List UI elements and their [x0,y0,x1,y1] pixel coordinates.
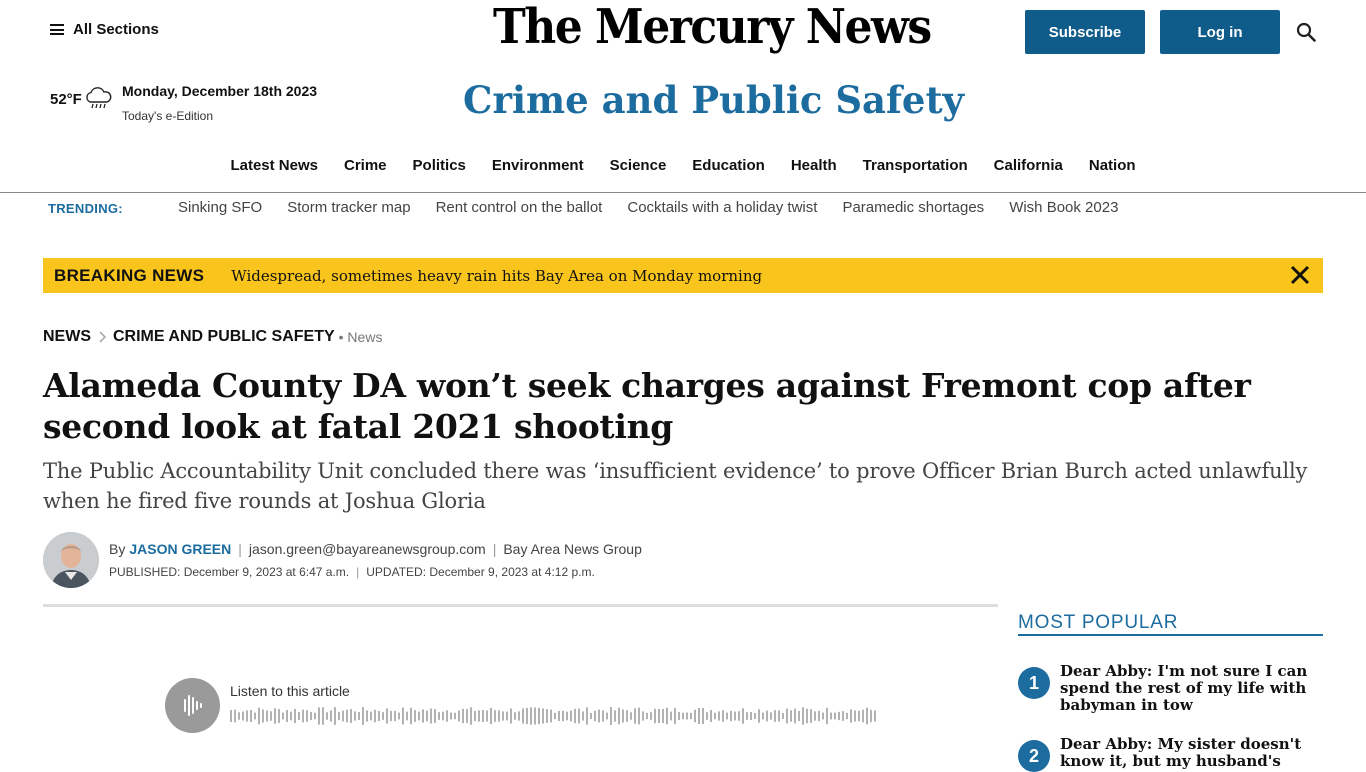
trending-item[interactable]: Storm tracker map [287,199,410,216]
main-nav: Latest News Crime Politics Environment S… [0,157,1366,174]
most-popular-title: MOST POPULAR [1018,612,1179,633]
byline: By JASON GREEN | jason.green@bayareanews… [109,541,642,557]
masthead-logo[interactable]: The Mercury News [493,0,932,55]
nav-item-environment[interactable]: Environment [479,157,597,174]
audio-waveform-icon [184,695,202,716]
nav-item-health[interactable]: Health [778,157,850,174]
all-sections-label: All Sections [73,21,159,38]
subscribe-button[interactable]: Subscribe [1025,10,1145,54]
nav-item-transportation[interactable]: Transportation [850,157,981,174]
trending-list: Sinking SFO Storm tracker map Rent contr… [178,199,1118,216]
play-button[interactable] [165,678,220,733]
trending-item[interactable]: Rent control on the ballot [436,199,603,216]
article-headline: Alameda County DA won’t seek charges aga… [43,366,1251,446]
close-icon[interactable] [1289,264,1311,286]
listen-label: Listen to this article [230,683,350,699]
all-sections-menu[interactable]: All Sections [50,21,159,38]
nav-item-science[interactable]: Science [597,157,680,174]
section-title[interactable]: Crime and Public Safety [463,78,964,122]
nav-divider [0,192,1366,193]
breadcrumb-section[interactable]: CRIME AND PUBLIC SAFETY [113,328,335,346]
trending-item[interactable]: Sinking SFO [178,199,262,216]
nav-item-nation[interactable]: Nation [1076,157,1149,174]
breadcrumb-news[interactable]: NEWS [43,328,91,346]
divider: | [356,565,360,579]
publish-info: PUBLISHED: December 9, 2023 at 6:47 a.m.… [109,565,595,579]
weather-widget: 52°F [50,86,112,112]
rank-badge: 2 [1018,740,1050,772]
nav-item-california[interactable]: California [981,157,1076,174]
temperature: 52°F [50,90,82,108]
most-popular-item[interactable]: 2 Dear Abby: My sister doesn't know it, … [1018,736,1323,772]
breaking-news-banner: BREAKING NEWS Widespread, sometimes heav… [43,258,1323,293]
breaking-news-label: BREAKING NEWS [54,265,205,285]
updated-date: UPDATED: December 9, 2023 at 4:12 p.m. [366,565,595,579]
audio-player: Listen to this article [165,678,877,734]
most-popular-rule [1018,634,1323,636]
content-divider [43,604,998,607]
divider: | [492,541,497,557]
author-photo [43,532,99,588]
login-button[interactable]: Log in [1160,10,1280,54]
breadcrumb-tag[interactable]: • News [339,329,383,345]
hamburger-menu-icon [50,24,64,35]
search-icon[interactable] [1296,22,1316,42]
trending-label: TRENDING: [48,201,123,216]
breadcrumb: NEWS CRIME AND PUBLIC SAFETY • News [43,328,382,346]
author-avatar[interactable] [43,532,99,588]
most-popular-headline: Dear Abby: I'm not sure I can spend the … [1060,662,1308,714]
chevron-right-icon [99,331,107,343]
article-dek: The Public Accountability Unit concluded… [43,459,1308,513]
published-date: PUBLISHED: December 9, 2023 at 6:47 a.m. [109,565,350,579]
trending-item[interactable]: Paramedic shortages [842,199,984,216]
nav-item-crime[interactable]: Crime [331,157,400,174]
current-date: Monday, December 18th 2023 [122,83,318,99]
by-prefix: By [109,541,126,557]
most-popular-headline: Dear Abby: My sister doesn't know it, bu… [1060,735,1302,770]
rain-cloud-icon [86,87,112,109]
trending-item[interactable]: Wish Book 2023 [1009,199,1118,216]
rank-badge: 1 [1018,667,1050,699]
nav-item-politics[interactable]: Politics [400,157,479,174]
nav-item-education[interactable]: Education [679,157,778,174]
audio-waveform[interactable] [230,706,877,726]
most-popular-item[interactable]: 1 Dear Abby: I'm not sure I can spend th… [1018,663,1323,714]
author-link[interactable]: JASON GREEN [129,541,231,557]
nav-item-latest-news[interactable]: Latest News [217,157,331,174]
eedition-link[interactable]: Today's e-Edition [122,109,213,123]
trending-item[interactable]: Cocktails with a holiday twist [627,199,817,216]
divider: | [238,541,242,557]
breaking-news-link[interactable]: Widespread, sometimes heavy rain hits Ba… [231,267,762,285]
organization: Bay Area News Group [503,541,642,557]
author-email-link[interactable]: jason.green@bayareanewsgroup.com [249,541,486,557]
